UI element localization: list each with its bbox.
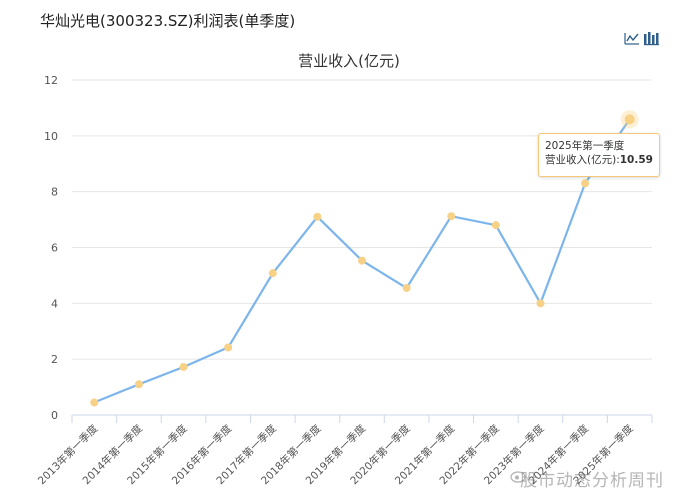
- data-point[interactable]: [268, 269, 277, 278]
- y-tick-label: 0: [51, 409, 58, 422]
- tooltip-label: 营业收入(亿元):: [545, 154, 620, 166]
- line-chart: 营业收入(亿元) 024681012 2013年第一季度2014年第一季度201…: [35, 52, 653, 487]
- data-point[interactable]: [491, 221, 500, 230]
- data-point[interactable]: [581, 179, 590, 188]
- data-point[interactable]: [313, 212, 322, 221]
- data-point[interactable]: [358, 256, 366, 265]
- data-point[interactable]: [624, 114, 635, 125]
- chart-title: 营业收入(亿元): [298, 52, 400, 70]
- data-point[interactable]: [447, 212, 456, 221]
- y-tick-label: 2: [51, 353, 58, 366]
- data-point[interactable]: [402, 283, 411, 292]
- data-point[interactable]: [179, 362, 188, 371]
- tooltip-value-row: 营业收入(亿元):10.59: [545, 153, 653, 167]
- data-point[interactable]: [134, 380, 143, 389]
- watermark: 股市动态分析周刊: [520, 471, 664, 491]
- y-tick-label: 6: [51, 242, 58, 255]
- tooltip-period: 2025年第一季度: [545, 140, 625, 152]
- tooltip: 2025年第一季度 营业收入(亿元):10.59: [538, 133, 660, 177]
- y-tick-label: 12: [44, 74, 58, 87]
- y-tick-label: 4: [51, 297, 58, 310]
- data-point[interactable]: [536, 299, 545, 308]
- y-tick-label: 10: [44, 130, 58, 143]
- tooltip-value: 10.59: [619, 154, 653, 166]
- data-point[interactable]: [90, 398, 99, 407]
- y-tick-label: 8: [51, 186, 58, 199]
- data-point[interactable]: [224, 343, 233, 352]
